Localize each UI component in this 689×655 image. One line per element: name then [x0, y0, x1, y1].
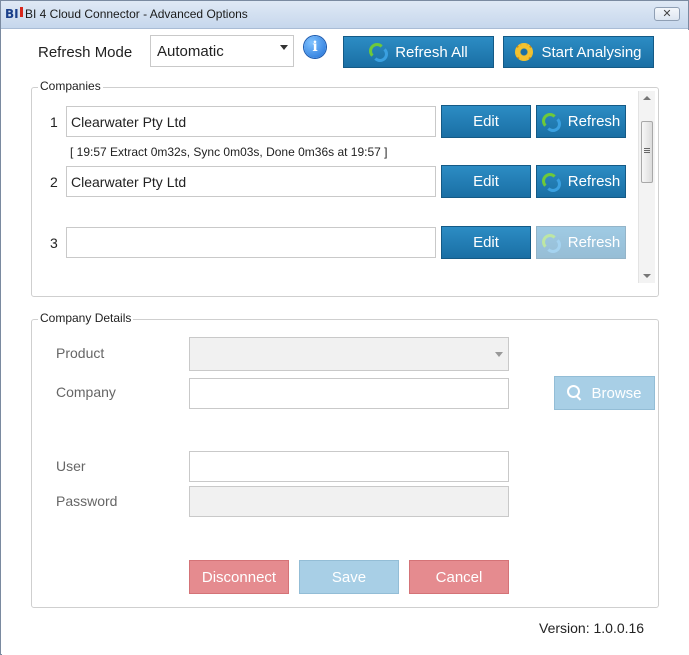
companies-group: Companies 1 Clearwater Pty Ltd Edit Refr… — [31, 79, 659, 297]
company-row-number: 3 — [50, 235, 58, 251]
refresh-icon — [541, 112, 561, 132]
save-button[interactable]: Save — [299, 560, 399, 594]
company-field[interactable] — [189, 378, 509, 409]
refresh-label: Refresh — [567, 173, 621, 190]
refresh-company-button[interactable]: Refresh — [536, 165, 626, 198]
gear-icon — [515, 43, 534, 61]
start-analysing-button[interactable]: Start Analysing — [503, 36, 654, 68]
close-icon: ✕ — [662, 7, 672, 20]
edit-company-button[interactable]: Edit — [441, 165, 531, 198]
content-area: Refresh Mode Automatic i Refresh All Sta… — [2, 30, 689, 655]
chevron-down-icon — [280, 45, 288, 50]
refresh-mode-value: Automatic — [157, 43, 224, 60]
password-label: Password — [56, 493, 118, 509]
browse-label: Browse — [591, 384, 642, 402]
advanced-options-window: BI BI 4 Cloud Connector - Advanced Optio… — [0, 0, 689, 655]
close-button[interactable]: ✕ — [654, 7, 680, 21]
company-status-text: [ 19:57 Extract 0m32s, Sync 0m03s, Done … — [70, 145, 388, 159]
company-name-field[interactable]: Clearwater Pty Ltd — [66, 166, 436, 197]
save-label: Save — [331, 568, 367, 586]
grip-icon — [644, 148, 650, 149]
refresh-icon — [541, 172, 561, 192]
scroll-thumb[interactable] — [641, 121, 653, 183]
user-label: User — [56, 458, 86, 474]
refresh-label: Refresh — [567, 234, 621, 251]
user-field[interactable] — [189, 451, 509, 482]
window-title: BI 4 Cloud Connector - Advanced Options — [25, 7, 248, 21]
edit-company-button[interactable]: Edit — [441, 105, 531, 138]
product-select[interactable] — [189, 337, 509, 371]
company-label: Company — [56, 384, 116, 400]
password-field[interactable] — [189, 486, 509, 517]
edit-label: Edit — [473, 113, 499, 130]
edit-label: Edit — [473, 234, 499, 251]
cancel-label: Cancel — [435, 568, 483, 586]
edit-company-button[interactable]: Edit — [441, 226, 531, 259]
refresh-label: Refresh — [567, 113, 621, 130]
company-details-group: Company Details Product Company Browse U… — [31, 311, 659, 608]
scroll-down-icon[interactable] — [643, 274, 651, 278]
company-name-field[interactable] — [66, 227, 436, 258]
refresh-icon — [541, 233, 561, 253]
refresh-all-label: Refresh All — [395, 43, 468, 61]
app-logo-icon: BI — [5, 6, 23, 22]
title-bar[interactable]: BI BI 4 Cloud Connector - Advanced Optio… — [1, 1, 688, 29]
company-row-number: 2 — [50, 174, 58, 190]
refresh-mode-label: Refresh Mode — [38, 44, 133, 61]
edit-label: Edit — [473, 173, 499, 190]
disconnect-label: Disconnect — [201, 568, 277, 586]
company-name-field[interactable]: Clearwater Pty Ltd — [66, 106, 436, 137]
refresh-company-button[interactable]: Refresh — [536, 105, 626, 138]
scroll-up-icon[interactable] — [643, 96, 651, 100]
start-analysing-label: Start Analysing — [541, 43, 642, 61]
version-label: Version: 1.0.0.16 — [539, 620, 645, 636]
chevron-down-icon — [495, 352, 503, 357]
refresh-company-button[interactable]: Refresh — [536, 226, 626, 259]
browse-button[interactable]: Browse — [554, 376, 655, 410]
refresh-all-button[interactable]: Refresh All — [343, 36, 494, 68]
product-label: Product — [56, 345, 105, 361]
info-icon[interactable]: i — [304, 36, 326, 58]
search-icon — [567, 385, 583, 401]
companies-legend: Companies — [38, 79, 103, 93]
company-details-legend: Company Details — [38, 311, 134, 325]
refresh-mode-select[interactable]: Automatic — [150, 35, 294, 67]
disconnect-button[interactable]: Disconnect — [189, 560, 289, 594]
company-row-number: 1 — [50, 114, 58, 130]
refresh-icon — [369, 43, 389, 62]
companies-scrollbar[interactable] — [638, 91, 655, 283]
cancel-button[interactable]: Cancel — [409, 560, 509, 594]
